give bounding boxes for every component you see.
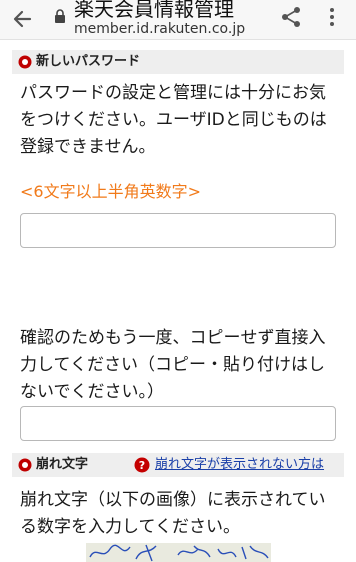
new-password-input[interactable] (20, 213, 336, 248)
help-icon[interactable]: ? (134, 457, 150, 473)
more-menu-icon[interactable] (322, 6, 342, 28)
confirm-password-input[interactable] (20, 406, 336, 441)
password-requirement: <6文字以上半角英数字> (20, 182, 201, 201)
section-label: 崩れ文字 (36, 457, 89, 472)
browser-toolbar: 楽天会員情報管理 member.id.rakuten.co.jp (0, 0, 356, 40)
page-url[interactable]: member.id.rakuten.co.jp (74, 20, 245, 38)
captcha-image (86, 543, 271, 562)
captcha-help-link[interactable]: 崩れ文字が表示されない方は (155, 456, 324, 474)
captcha-section-header: 崩れ文字 ? 崩れ文字が表示されない方は (12, 453, 344, 477)
section-label: 新しいパスワード (36, 54, 141, 69)
captcha-description: 崩れ文字（以下の画像）に表示されている数字を入力してください。 (20, 490, 326, 537)
password-description: パスワードの設定と管理には十分にお気をつけください。ユーザIDと同じものは登録で… (20, 83, 327, 157)
page-title: 楽天会員情報管理 (74, 0, 234, 21)
confirm-description: 確認のためもう一度、コピーせず直接入力してください（コピー・貼り付けはしないでく… (20, 328, 326, 402)
svg-text:?: ? (139, 459, 145, 472)
share-icon[interactable] (279, 6, 303, 28)
required-badge-icon (18, 458, 32, 472)
required-badge-icon (18, 55, 32, 69)
new-password-section-header: 新しいパスワード (12, 50, 344, 74)
lock-icon (55, 9, 65, 23)
back-arrow-icon[interactable] (8, 6, 38, 32)
